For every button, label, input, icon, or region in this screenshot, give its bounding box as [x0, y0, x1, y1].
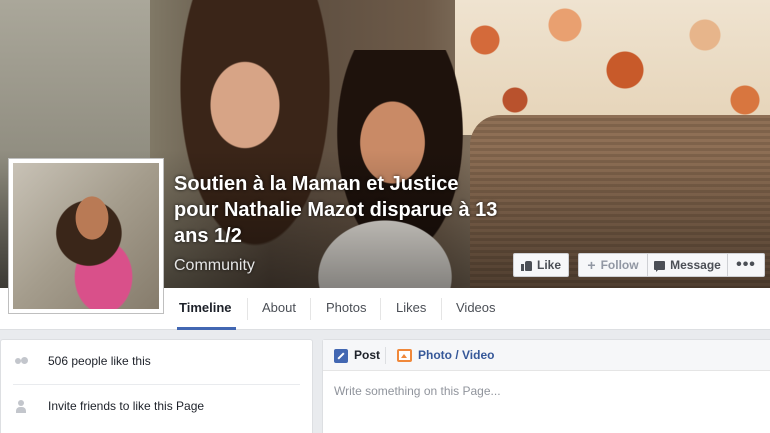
page-category[interactable]: Community: [174, 257, 255, 275]
tab-timeline[interactable]: Timeline: [177, 288, 235, 330]
composer-tab-post[interactable]: Post: [334, 340, 380, 371]
plus-icon: +: [587, 257, 596, 273]
likes-count-row[interactable]: 506 people like this: [1, 340, 312, 384]
composer-tab-divider: [385, 347, 386, 364]
composer-tabs: Post Photo / Video: [323, 340, 770, 371]
message-button[interactable]: Message: [648, 253, 728, 277]
tab-photos[interactable]: Photos: [326, 288, 366, 330]
invite-friends-text: Invite friends to like this Page: [48, 399, 205, 413]
photo-icon: [397, 349, 412, 362]
composer-tab-photo-video[interactable]: Photo / Video: [397, 340, 494, 371]
cover-photo-person-left-face: [205, 55, 285, 155]
composer-input[interactable]: Write something on this Page...: [334, 384, 754, 398]
ellipsis-icon: •••: [736, 256, 756, 273]
like-button-label: Like: [536, 258, 561, 272]
more-button[interactable]: •••: [728, 253, 765, 277]
thumbs-up-icon: [520, 260, 532, 271]
page-title[interactable]: Soutien à la Maman et Justice pour Natha…: [174, 171, 504, 249]
profile-picture-image: [13, 163, 159, 309]
message-button-label: Message: [670, 258, 721, 272]
speech-bubble-icon: [654, 260, 666, 272]
profile-picture-face: [73, 193, 111, 243]
post-composer: Post Photo / Video Write something on th…: [322, 339, 770, 433]
tab-divider: [310, 298, 311, 320]
like-button[interactable]: Like: [513, 253, 569, 277]
tab-videos[interactable]: Videos: [456, 288, 496, 330]
tab-divider: [380, 298, 381, 320]
invite-friends-row[interactable]: Invite friends to like this Page: [1, 385, 312, 429]
composer-tab-post-label: Post: [354, 348, 381, 362]
tab-divider: [441, 298, 442, 320]
page-info-box: 506 people like this Invite friends to l…: [0, 339, 313, 433]
composer-tab-photo-label: Photo / Video: [418, 348, 495, 362]
add-person-icon: [15, 400, 29, 414]
pencil-icon: [334, 348, 348, 363]
follow-button-label: Follow: [600, 258, 639, 272]
people-icon: [15, 355, 29, 369]
tab-likes[interactable]: Likes: [396, 288, 426, 330]
profile-picture[interactable]: [8, 158, 164, 314]
follow-button[interactable]: + Follow: [578, 253, 648, 277]
tab-about[interactable]: About: [262, 288, 296, 330]
tab-divider: [247, 298, 248, 320]
likes-count-text: 506 people like this: [48, 354, 151, 368]
